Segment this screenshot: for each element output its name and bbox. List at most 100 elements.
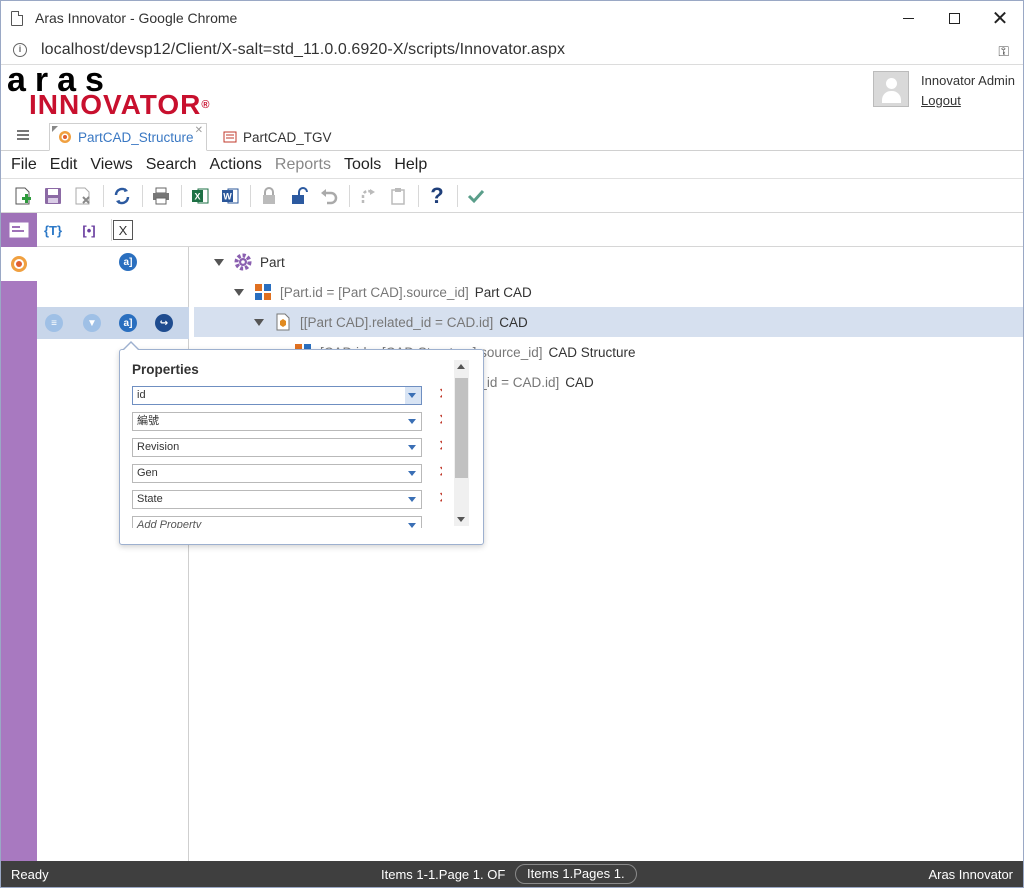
discard-button[interactable] [69,182,97,210]
tree-node-label: Part CAD [474,284,532,300]
add-property-select[interactable]: Add Property [132,516,422,528]
avatar[interactable] [873,71,910,107]
properties-popup: Properties id ✕ 編號 ✕ Revision ✕ Gen ✕ St… [119,341,484,545]
property-select[interactable]: id [132,386,422,405]
menu-actions[interactable]: Actions [209,156,261,174]
scroll-up-icon[interactable] [457,364,465,369]
relationship-icon [255,284,271,300]
scroll-thumb[interactable] [455,378,468,478]
url-text[interactable]: localhost/devsp12/Client/X-salt=std_11.0… [41,41,565,59]
expand-caret-icon[interactable] [214,258,224,266]
tree-node-condition: [Part.id = [Part CAD].source_id] [280,284,469,300]
remove-property-icon[interactable]: ✕ [438,464,442,482]
query-tree: Part [Part.id = [Part CAD].source_id] Pa… [190,247,1023,861]
expand-caret-icon[interactable] [234,288,244,296]
menu-views[interactable]: Views [90,156,132,174]
clipboard-icon [391,187,405,205]
unlock-button[interactable] [285,182,313,210]
properties-icon[interactable]: a] [119,253,137,271]
join-icon[interactable]: ↪ [155,314,173,332]
help-button[interactable]: ? [423,182,451,210]
app-header: aras INNOVATOR® Innovator Admin Logout [1,63,1023,121]
properties-icon[interactable]: a] [119,314,137,332]
list-icon[interactable]: ≡ [45,314,63,332]
property-value: Gen [137,467,158,479]
address-bar[interactable]: i localhost/devsp12/Client/X-salt=std_11… [1,35,1023,65]
promote-icon [361,188,375,203]
logo-registered-mark: ® [201,99,211,111]
view-toggle-button[interactable] [1,213,37,247]
filter-icon[interactable]: ▼ [83,314,101,332]
tab-label: PartCAD_TGV [243,129,332,145]
toolbar-separator [103,184,104,207]
tab-partcad-structure[interactable]: PartCAD_Structure ✕ [49,123,207,151]
menu-help[interactable]: Help [394,156,427,174]
info-icon[interactable]: i [13,42,27,57]
root-node-cell[interactable] [1,247,37,281]
status-items: Items 1-1.Page 1. OF [381,867,506,882]
export-excel-button[interactable]: X [186,182,214,210]
toolbar-separator [111,219,112,241]
menu-search[interactable]: Search [146,156,197,174]
maximize-button[interactable] [931,1,977,35]
form-icon [223,131,237,143]
toolbar-separator [250,184,251,207]
parameters-icon: {T} [43,222,63,238]
chevron-down-icon [408,419,416,424]
discard-icon [75,187,90,204]
popup-scrollbar[interactable] [454,360,469,526]
tree-structure-button[interactable]: [•] [77,219,101,241]
menu-reports[interactable]: Reports [275,156,331,174]
query-parameters-button[interactable]: {T} [41,219,65,241]
minimize-button[interactable] [885,1,931,35]
xml-button[interactable]: X [113,220,133,240]
property-row: Add Property [132,516,442,528]
hamburger-menu-icon[interactable] [17,130,29,140]
remove-property-icon[interactable]: ✕ [438,386,442,404]
property-select[interactable]: Revision [132,438,422,457]
gear-icon [234,253,252,271]
save-button[interactable] [39,182,67,210]
user-info: Innovator Admin Logout [921,71,1015,111]
refresh-button[interactable] [108,182,136,210]
print-button[interactable] [147,182,175,210]
close-window-button[interactable]: ✕ [977,1,1023,35]
remove-property-icon[interactable]: ✕ [438,490,442,508]
property-select[interactable]: Gen [132,464,422,483]
menu-tools[interactable]: Tools [344,156,381,174]
key-icon[interactable]: ⚿ [998,43,1009,60]
tree-node-part-cad[interactable]: [Part.id = [Part CAD].source_id] Part CA… [190,277,1023,307]
expand-caret-icon[interactable] [254,318,264,326]
property-row: id ✕ [132,386,442,412]
new-button[interactable] [9,182,37,210]
remove-property-icon[interactable]: ✕ [438,412,442,430]
status-bar: Ready Items 1-1.Page 1. OF Items 1.Pages… [1,861,1023,887]
scroll-down-icon[interactable] [457,517,465,522]
remove-property-icon[interactable]: ✕ [438,438,442,456]
tree-node-label: CAD [565,374,594,390]
lock-button[interactable] [255,182,283,210]
tree-node-cad-selected[interactable]: [[Part CAD].related_id = CAD.id] CAD [194,307,1023,337]
property-select[interactable]: State [132,490,422,509]
property-select[interactable]: 編號 [132,412,422,431]
structure-icon: [•] [82,222,96,238]
window-title: Aras Innovator - Google Chrome [35,10,238,26]
tab-close-icon[interactable]: ✕ [195,125,203,136]
tab-partcad-tgv[interactable]: PartCAD_TGV [215,123,345,151]
logout-link[interactable]: Logout [921,91,1015,111]
tab-pin-icon [52,126,58,132]
promote-button[interactable] [354,182,382,210]
lock-icon [263,186,275,204]
logo-innovator-text: INNOVATOR® [29,91,211,119]
menu-edit[interactable]: Edit [50,156,78,174]
export-word-button[interactable]: W [216,182,244,210]
tree-node-part[interactable]: Part [190,247,1023,277]
menu-file[interactable]: File [11,156,37,174]
done-button[interactable] [462,182,490,210]
undo-button[interactable] [315,182,343,210]
status-ready: Ready [11,867,49,882]
clipboard-button[interactable] [384,182,412,210]
question-icon: ? [430,185,443,207]
tree-node-condition: [[Part CAD].related_id = CAD.id] [300,314,494,330]
svg-text:?: ? [430,185,443,207]
